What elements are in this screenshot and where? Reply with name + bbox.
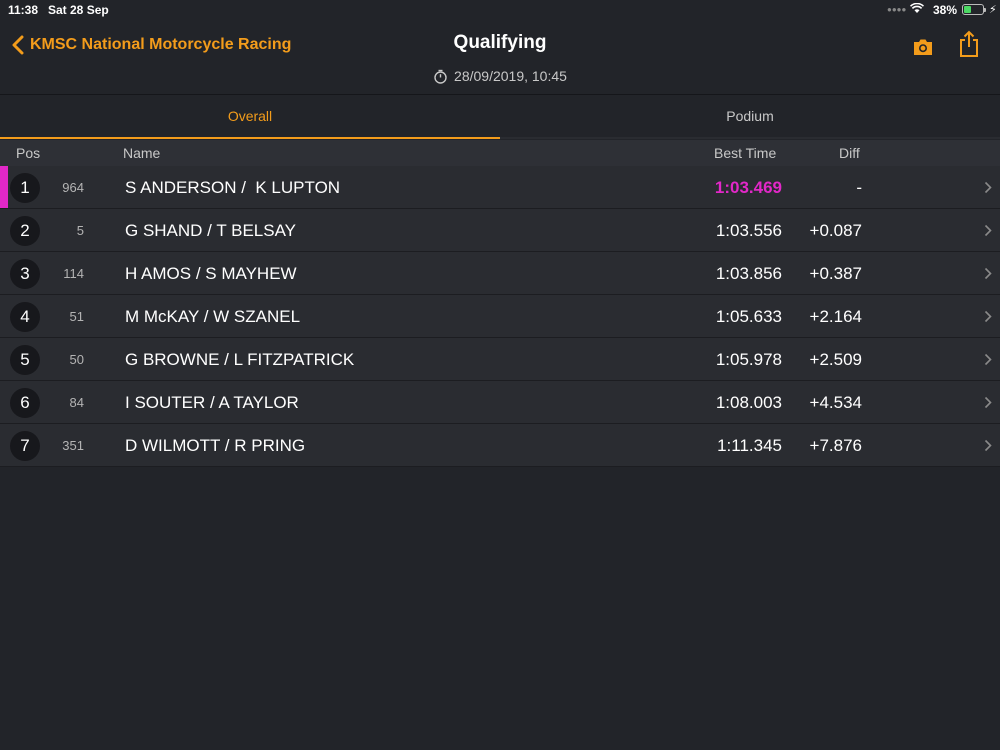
- fastest-marker: [0, 166, 8, 208]
- signal-dots-icon: ●●●●: [887, 5, 907, 14]
- rider-number: 351: [62, 438, 84, 453]
- chevron-right-icon: [984, 353, 992, 366]
- time-diff: +0.087: [809, 221, 862, 240]
- position-badge: 1: [10, 173, 40, 203]
- rider-number: 51: [69, 309, 84, 324]
- results-tabs: Overall Podium: [0, 94, 1000, 139]
- position-badge: 4: [10, 302, 40, 332]
- status-bar: 11:38 Sat 28 Sep ●●●● 38% ⚡: [0, 0, 1000, 20]
- stopwatch-icon: [434, 69, 447, 84]
- rider-number: 5: [76, 223, 84, 238]
- status-time: 11:38: [8, 3, 39, 17]
- best-time: 1:03.469: [714, 178, 782, 197]
- best-time: 1:05.978: [715, 350, 782, 369]
- nav-bar: KMSC National Motorcycle Racing Qualifyi…: [0, 20, 1000, 93]
- time-diff: +4.534: [809, 393, 862, 412]
- column-header-best-time: Best Time: [714, 145, 777, 161]
- best-time: 1:03.556: [715, 221, 782, 240]
- results-list: 1 964 S ANDERSON / K LUPTON 1:03.469 - 2…: [0, 166, 1000, 467]
- column-header-diff: Diff: [839, 145, 860, 161]
- rider-name: D WILMOTT / R PRING: [125, 436, 306, 455]
- column-header-name: Name: [123, 145, 161, 161]
- tab-overall[interactable]: Overall: [0, 95, 500, 139]
- rider-name: M McKAY / W SZANEL: [125, 307, 301, 326]
- chevron-right-icon: [984, 224, 992, 237]
- result-row[interactable]: 6 84 I SOUTER / A TAYLOR 1:08.003 +4.534: [0, 381, 1000, 424]
- position-badge: 7: [10, 431, 40, 461]
- chevron-right-icon: [984, 310, 992, 323]
- time-diff: +2.509: [809, 350, 862, 369]
- battery-icon: [962, 4, 986, 15]
- session-datetime-text: 28/09/2019, 10:45: [454, 68, 567, 84]
- result-row[interactable]: 5 50 G BROWNE / L FITZPATRICK 1:05.978 +…: [0, 338, 1000, 381]
- position-badge: 2: [10, 216, 40, 246]
- result-row[interactable]: 4 51 M McKAY / W SZANEL 1:05.633 +2.164: [0, 295, 1000, 338]
- position-badge: 3: [10, 259, 40, 289]
- chevron-right-icon: [984, 267, 992, 280]
- charging-bolt-icon: ⚡: [989, 4, 997, 16]
- camera-icon[interactable]: [912, 38, 934, 56]
- session-datetime: 28/09/2019, 10:45: [0, 68, 1000, 84]
- best-time: 1:05.633: [715, 307, 782, 326]
- table-header: Pos Name Best Time Diff: [0, 140, 1000, 166]
- time-diff: +2.164: [809, 307, 862, 326]
- best-time: 1:08.003: [715, 393, 782, 412]
- tab-podium[interactable]: Podium: [500, 95, 1000, 139]
- result-row[interactable]: 1 964 S ANDERSON / K LUPTON 1:03.469 -: [0, 166, 1000, 209]
- page-title: Qualifying: [453, 32, 547, 53]
- rider-number: 114: [63, 266, 84, 281]
- best-time: 1:11.345: [717, 436, 782, 455]
- position-badge: 6: [10, 388, 40, 418]
- rider-number: 50: [69, 352, 84, 367]
- rider-number: 84: [69, 395, 84, 410]
- chevron-right-icon: [984, 396, 992, 409]
- rider-name: I SOUTER / A TAYLOR: [125, 393, 299, 412]
- battery-percentage: 38%: [933, 3, 958, 17]
- column-header-pos: Pos: [16, 145, 41, 161]
- wifi-icon: [910, 2, 924, 17]
- time-diff: -: [856, 178, 862, 197]
- rider-number: 964: [62, 180, 84, 195]
- time-diff: +0.387: [809, 264, 862, 283]
- position-badge: 5: [10, 345, 40, 375]
- share-icon[interactable]: [958, 30, 980, 58]
- rider-name: G SHAND / T BELSAY: [125, 221, 297, 240]
- chevron-right-icon: [984, 181, 992, 194]
- best-time: 1:03.856: [715, 264, 782, 283]
- status-date: Sat 28 Sep: [48, 3, 109, 17]
- rider-name: H AMOS / S MAYHEW: [125, 264, 297, 283]
- time-diff: +7.876: [809, 436, 862, 455]
- result-row[interactable]: 3 114 H AMOS / S MAYHEW 1:03.856 +0.387: [0, 252, 1000, 295]
- chevron-right-icon: [984, 439, 992, 452]
- result-row[interactable]: 7 351 D WILMOTT / R PRING 1:11.345 +7.87…: [0, 424, 1000, 467]
- result-row[interactable]: 2 5 G SHAND / T BELSAY 1:03.556 +0.087: [0, 209, 1000, 252]
- rider-name: G BROWNE / L FITZPATRICK: [125, 350, 355, 369]
- rider-name: S ANDERSON / K LUPTON: [125, 178, 341, 197]
